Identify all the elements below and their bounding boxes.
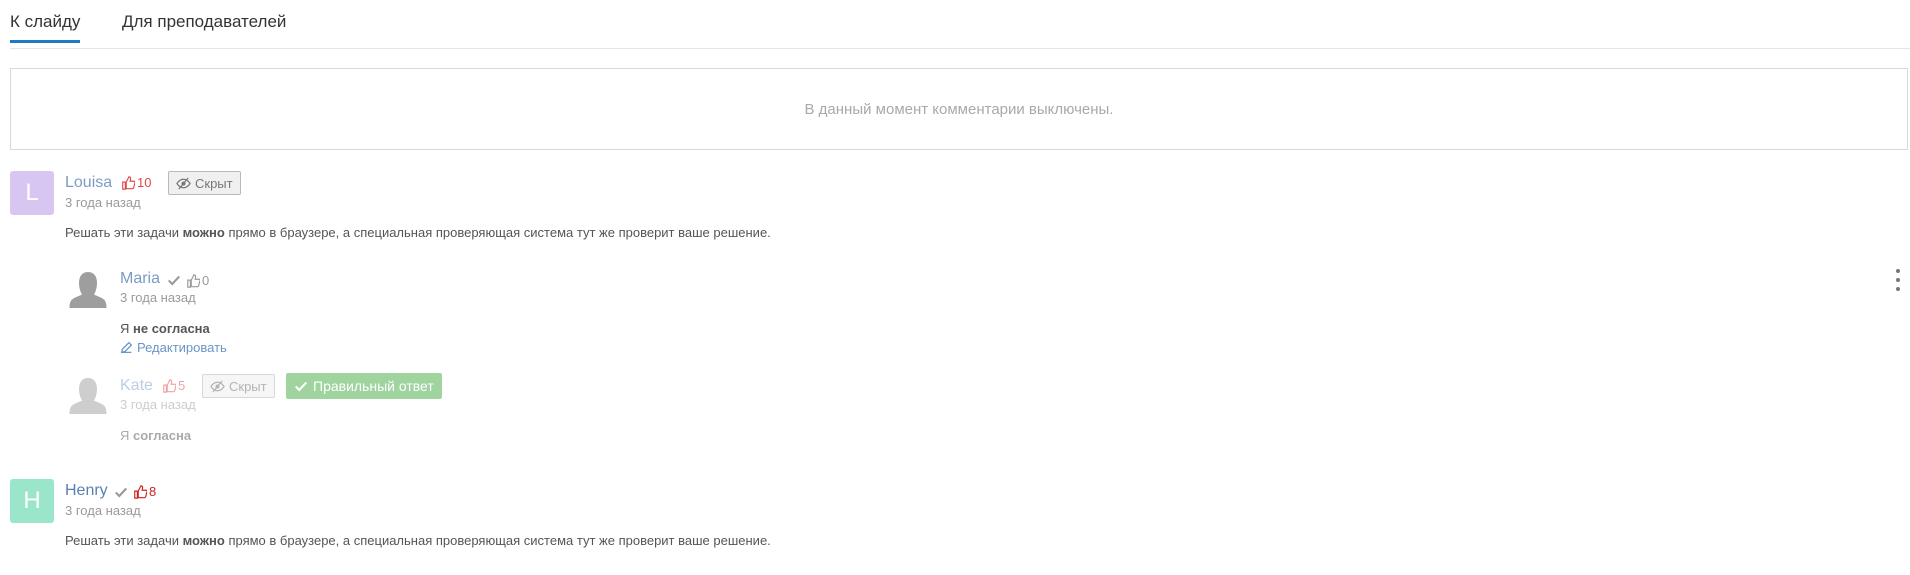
hidden-label: Скрыт (195, 175, 233, 191)
avatar-letter: L (25, 179, 39, 206)
eye-slash-icon (176, 176, 191, 190)
hidden-button[interactable]: Скрыт (168, 171, 241, 195)
comment-time: 3 года назад (65, 195, 141, 210)
text-bold: согласна (133, 428, 192, 443)
thumbs-up-icon (134, 484, 147, 499)
comment-time: 3 года назад (120, 397, 196, 412)
tab-for-teachers[interactable]: Для преподавателей (122, 12, 286, 32)
avatar-letter: H (23, 487, 41, 514)
like-counter[interactable]: 10 (121, 175, 151, 190)
comment-text: Решать эти задачи можно прямо в браузере… (65, 533, 771, 548)
edit-label: Редактировать (137, 340, 227, 355)
comment-author-louisa[interactable]: Louisa (65, 174, 112, 192)
like-counter[interactable]: 5 (162, 378, 185, 393)
like-counter[interactable]: 0 (186, 273, 209, 288)
comment-time: 3 года назад (65, 503, 141, 518)
text-part: Я (120, 428, 133, 443)
avatar[interactable]: L (10, 171, 54, 215)
like-count: 5 (178, 378, 186, 393)
thumbs-up-icon (187, 273, 200, 288)
text-part: Решать эти задачи (65, 533, 183, 548)
text-part: прямо в браузере, а специальная проверяю… (224, 225, 771, 240)
text-part: Я (120, 321, 133, 336)
more-options-icon[interactable] (1895, 269, 1901, 291)
comment-author-henry[interactable]: Henry (65, 482, 108, 500)
default-avatar-female-icon[interactable] (66, 268, 110, 312)
checkmark-icon (115, 487, 128, 498)
like-counter[interactable]: 8 (133, 484, 156, 499)
text-part: прямо в браузере, а специальная проверяю… (224, 533, 771, 548)
comment-author-maria[interactable]: Maria (120, 270, 160, 288)
like-count: 0 (202, 273, 210, 288)
comment-text: Я не согласна (120, 321, 210, 336)
edit-link[interactable]: Редактировать (120, 340, 227, 355)
comments-disabled-notice: В данный момент комментарии выключены. (10, 68, 1908, 150)
thumbs-up-icon (163, 378, 176, 393)
checkmark-icon (168, 275, 181, 286)
thumbs-up-icon (122, 175, 135, 190)
tab-bar: К слайду Для преподавателей (10, 0, 1910, 49)
avatar[interactable]: H (10, 479, 54, 523)
text-bold: можно (182, 533, 225, 548)
comment-time: 3 года назад (120, 290, 196, 305)
pencil-icon (120, 341, 133, 354)
checkmark-icon (295, 381, 308, 392)
hidden-button[interactable]: Скрыт (202, 374, 275, 398)
text-part: Решать эти задачи (65, 225, 183, 240)
default-avatar-female-icon[interactable] (66, 374, 110, 418)
eye-slash-icon (210, 379, 225, 393)
comment-text: Решать эти задачи можно прямо в браузере… (65, 225, 771, 240)
correct-answer-badge[interactable]: Правильный ответ (286, 373, 442, 399)
like-count: 8 (149, 484, 157, 499)
comment-author-kate[interactable]: Kate (120, 377, 153, 395)
notice-text: В данный момент комментарии выключены. (804, 100, 1114, 118)
correct-answer-label: Правильный ответ (313, 378, 434, 394)
text-bold: можно (182, 225, 225, 240)
like-count: 10 (137, 175, 152, 190)
comment-text: Я согласна (120, 428, 191, 443)
hidden-label: Скрыт (229, 378, 267, 394)
tab-to-slide[interactable]: К слайду (10, 12, 81, 43)
text-bold: не согласна (133, 321, 210, 336)
